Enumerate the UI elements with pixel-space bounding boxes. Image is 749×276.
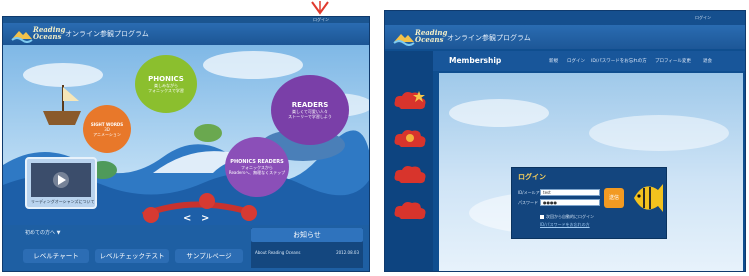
sidebar-cloud-icon-3[interactable] — [393, 163, 427, 187]
video-caption: リーディングオーシャンズについて — [31, 199, 95, 204]
app-title: オンライン参観プログラム — [447, 34, 531, 42]
menu-forgot[interactable]: ID/パスワードをお忘れの方 — [591, 58, 647, 64]
id-input[interactable] — [540, 189, 600, 196]
fish-icon — [634, 184, 663, 212]
phonics-readers-sub-2: Readersへ、無理なくステップ — [228, 169, 286, 175]
remember-label: 次回から自動的にログイン — [546, 214, 594, 219]
level-chart-button[interactable]: レベルチャート — [23, 249, 89, 263]
sidebar-cloud-icon-4[interactable] — [393, 199, 427, 223]
sidebar-cloud-star-icon[interactable] — [393, 89, 427, 113]
sidebar-cloud-icon-2[interactable] — [393, 127, 427, 151]
menu-withdraw[interactable]: 退会 — [703, 58, 712, 64]
news-item[interactable]: About Reading Oceans — [255, 250, 300, 255]
login-title: ログイン — [518, 173, 546, 181]
play-icon — [53, 172, 69, 188]
news-date: 2012.08.03 — [336, 250, 359, 255]
password-label: パスワード — [518, 200, 538, 205]
sight-words-bubble[interactable]: SIGHT WORDS 3D アニメーション — [83, 105, 131, 153]
reading-oceans-logo[interactable]: Reading Oceans — [11, 25, 65, 43]
phonics-readers-bubble[interactable]: PHONICS READERS フォニックスから Readersへ、無理なくステ… — [225, 137, 289, 197]
level-check-test-button[interactable]: レベルチェックテスト — [95, 249, 169, 263]
reading-oceans-logo[interactable]: Reading Oceans — [393, 28, 447, 46]
menu-login[interactable]: ログイン — [567, 58, 585, 64]
login-form: ログイン ID/メールアドレス パスワード 送信 次回から自動的にログイン ID… — [511, 167, 667, 239]
login-link[interactable]: ログイン — [695, 15, 711, 21]
home-screenshot: ログイン Reading Oceans オンライン参観プログラム PHONICS… — [2, 16, 370, 272]
app-title: オンライン参観プログラム — [65, 30, 149, 38]
news-title[interactable]: お知らせ — [251, 228, 363, 242]
remember-checkbox[interactable]: 次回から自動的にログイン — [540, 214, 594, 220]
intro-video[interactable]: リーディングオーシャンズについて — [25, 157, 97, 209]
menu-profile[interactable]: プロフィール変更 — [655, 58, 691, 64]
forgot-link[interactable]: ID/パスワードをお忘れの方 — [540, 222, 590, 228]
readers-title: READERS — [291, 101, 329, 109]
carousel-prev-button[interactable]: < — [183, 213, 191, 224]
membership-bar: Membership 新規 ログイン ID/パスワードをお忘れの方 プロフィール… — [433, 51, 745, 71]
phonics-bubble[interactable]: PHONICS 楽しみながら フォニックスで学習 — [135, 55, 197, 113]
readers-sub-2: ストーリーで学習しよう — [288, 114, 332, 119]
carousel-next-button[interactable]: > — [201, 213, 209, 224]
readers-bubble[interactable]: READERS 楽しくて可愛い人々 ストーリーで学習しよう — [271, 75, 349, 145]
site-header: Reading Oceans オンライン参観プログラム — [385, 25, 745, 49]
phonics-sub-2: フォニックスで学習 — [148, 88, 184, 93]
membership-title: Membership — [449, 56, 502, 65]
video-screen — [31, 163, 91, 197]
logo-line-2: Oceans — [33, 32, 62, 41]
news-panel: お知らせ About Reading Oceans 2012.08.03 — [251, 228, 363, 268]
password-input[interactable] — [540, 199, 600, 206]
phonics-title: PHONICS — [148, 75, 184, 83]
wave-logo-icon — [11, 31, 33, 43]
submit-button[interactable]: 送信 — [604, 188, 624, 208]
logo-line-2: Oceans — [415, 35, 444, 44]
top-strip: ログイン — [385, 11, 745, 25]
wave-logo-icon — [393, 34, 415, 46]
first-visit-heading[interactable]: 初めての方へ ▼ — [25, 229, 60, 236]
sample-page-button[interactable]: サンプルページ — [175, 249, 243, 263]
site-header: Reading Oceans オンライン参観プログラム — [3, 23, 369, 45]
red-arrow-icon — [311, 1, 329, 15]
menu-new[interactable]: 新規 — [549, 58, 558, 64]
sidebar — [385, 51, 433, 271]
sight-words-sub-2: アニメーション — [93, 131, 121, 137]
membership-screenshot: ログイン Reading Oceans オンライン参観プログラム Members… — [384, 10, 746, 272]
